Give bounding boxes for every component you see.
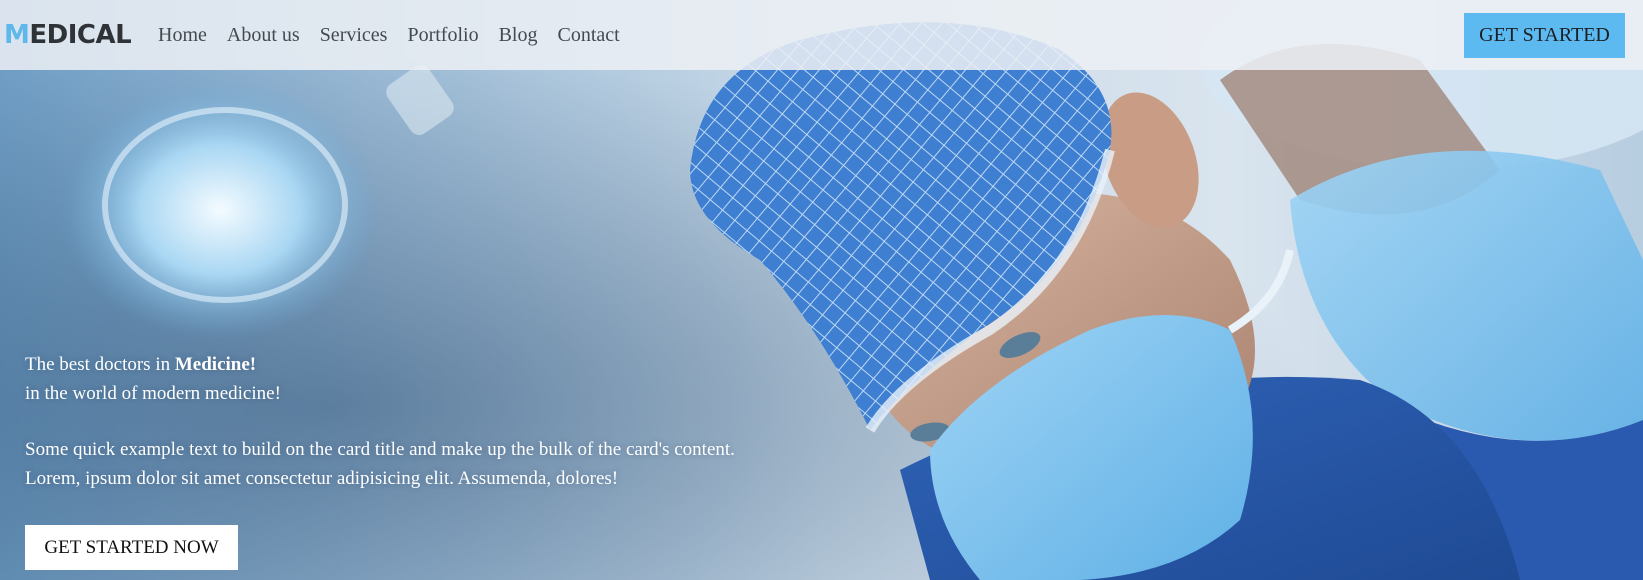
nav-links: Home About us Services Portfolio Blog Co…	[158, 22, 640, 48]
hero-spacer	[25, 408, 735, 435]
get-started-button[interactable]: GET STARTED	[1464, 13, 1625, 58]
hero-background-image	[0, 0, 1643, 580]
hero-headline-prefix: The best doctors in	[25, 354, 175, 375]
hero-headline-emphasis: Medicine!	[174, 354, 257, 375]
get-started-now-button[interactable]: GET STARTED NOW	[25, 525, 238, 570]
nav-link-contact[interactable]: Contact	[557, 22, 619, 48]
hero-subheadline: in the world of modern medicine!	[25, 383, 281, 404]
nav-link-portfolio[interactable]: Portfolio	[407, 22, 478, 48]
top-navbar: MEDICAL Home About us Services Portfolio…	[0, 0, 1643, 70]
landing-page: MEDICAL Home About us Services Portfolio…	[0, 0, 1643, 580]
nav-link-home[interactable]: Home	[158, 22, 207, 48]
brand-logo-rest: EDICAL	[29, 20, 132, 50]
hero-description-line-1: Some quick example text to build on the …	[25, 439, 735, 460]
hero-headline: The best doctors in Medicine!	[25, 350, 735, 379]
brand-logo[interactable]: MEDICAL	[4, 20, 132, 50]
nav-link-blog[interactable]: Blog	[499, 22, 538, 48]
nav-link-services[interactable]: Services	[320, 22, 388, 48]
hero-description-line-2: Lorem, ipsum dolor sit amet consectetur …	[25, 468, 619, 489]
hero-content: The best doctors in Medicine! in the wor…	[25, 350, 735, 493]
brand-logo-first-letter: M	[4, 20, 30, 50]
nav-link-about-us[interactable]: About us	[227, 22, 300, 48]
